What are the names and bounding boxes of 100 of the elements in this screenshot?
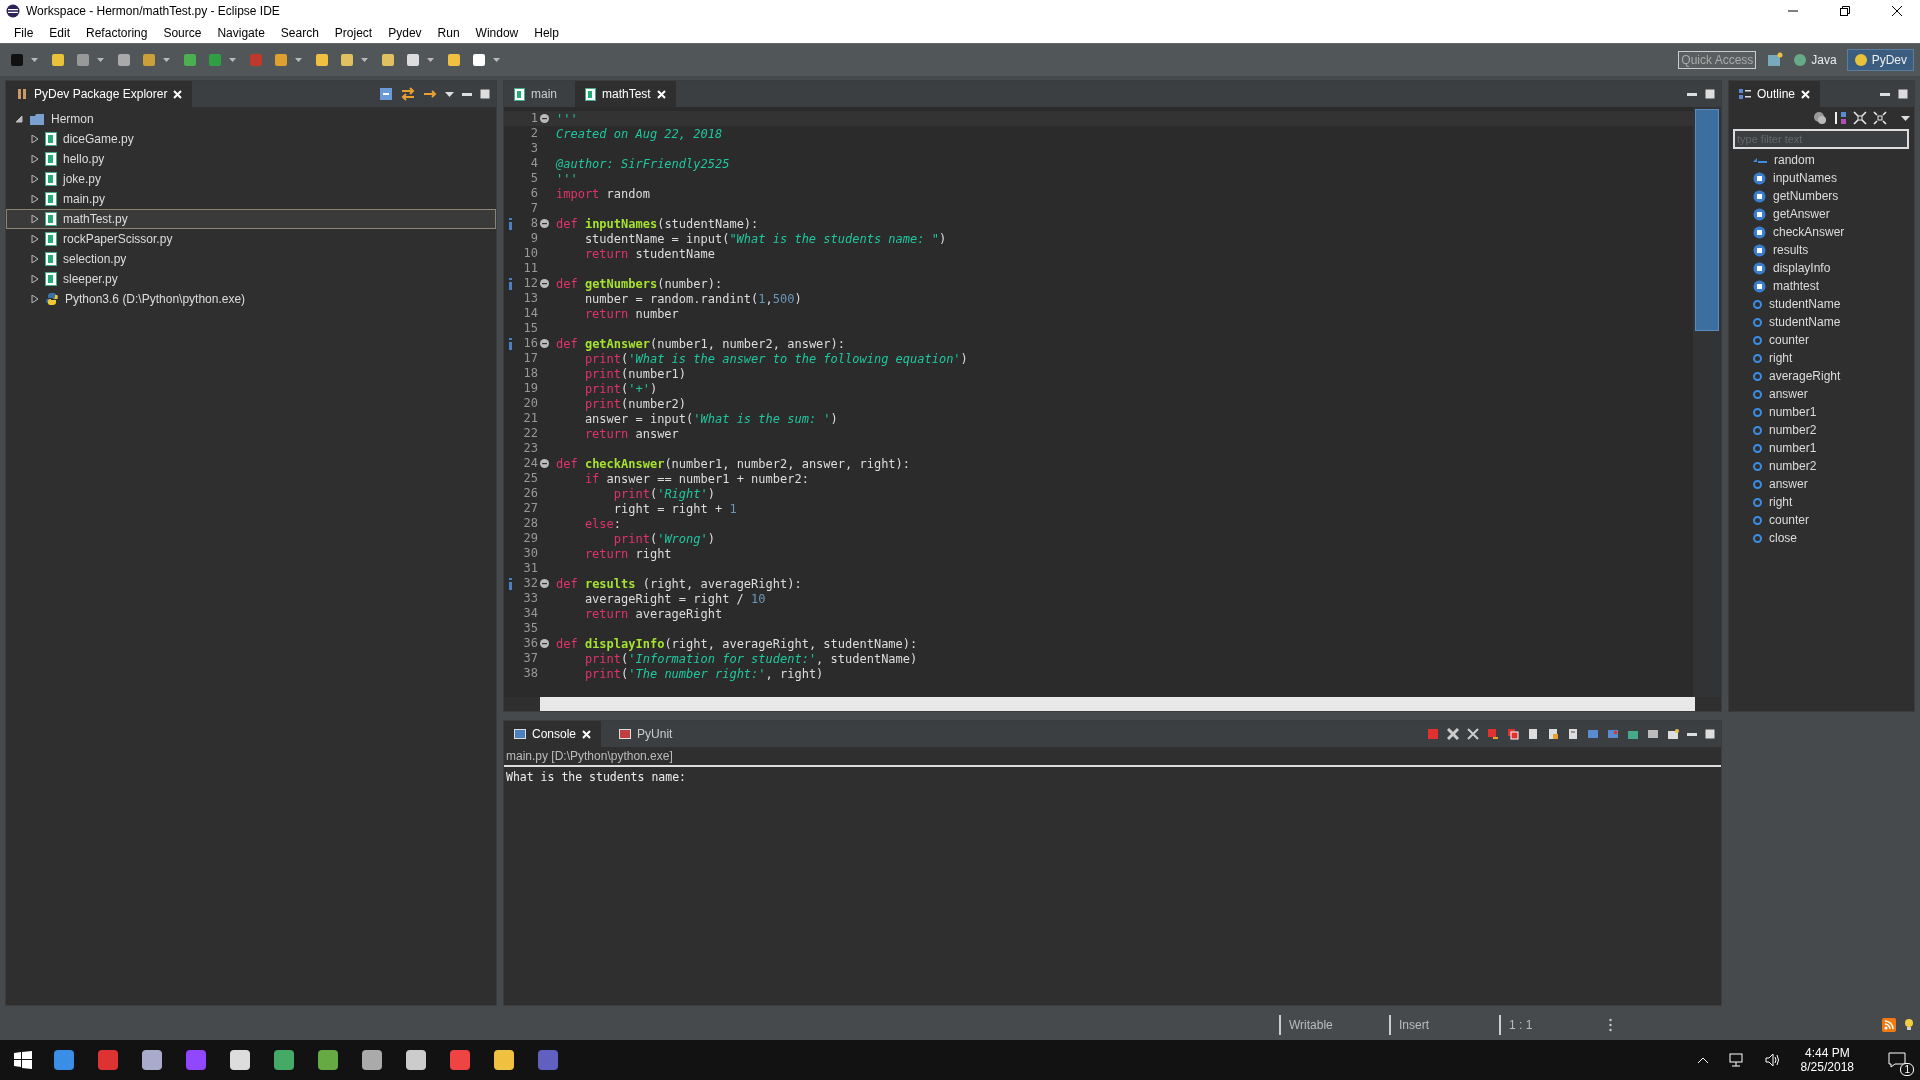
expanded-triangle-icon[interactable] [15,115,23,123]
caret-icon[interactable] [163,58,170,62]
outline-item[interactable]: number1 [1769,441,1817,455]
display-console-icon[interactable] [1647,728,1659,740]
fold-icon[interactable] [539,459,549,468]
perspective-button[interactable]: Java [1786,49,1844,71]
menu-item[interactable]: Help [526,25,567,40]
outline-item[interactable]: studentName [1769,315,1841,329]
maximize-icon[interactable] [1705,89,1715,99]
caret-icon[interactable] [31,58,38,62]
show-output-icon[interactable] [1587,728,1599,740]
editor-tab[interactable]: main [504,81,567,107]
outline-item[interactable]: counter [1769,513,1810,527]
new-console-icon[interactable] [1667,728,1679,740]
taskbar-app-icon[interactable] [404,1048,428,1072]
panel-tab[interactable]: PyDev Package Explorer [6,81,193,107]
tree-item[interactable]: joke.py [63,172,102,186]
menu-item[interactable]: Pydev [380,25,430,40]
network-icon[interactable] [1728,1053,1745,1067]
minimize-icon[interactable] [1687,732,1697,736]
clock-date[interactable]: 8/25/2018 [1800,1060,1854,1074]
menu-item[interactable]: Search [272,25,327,40]
fold-icon[interactable] [539,114,549,123]
collapsed-triangle-icon[interactable] [31,215,39,223]
view-menu-icon[interactable] [1901,115,1910,121]
outline-item[interactable]: answer [1769,477,1808,491]
tree-item[interactable]: mathTest.py [63,212,128,226]
sort-icon[interactable] [1833,111,1847,125]
taskbar-app-icon[interactable] [228,1048,252,1072]
clock-time[interactable]: 4:44 PM [1804,1046,1850,1060]
document-icon[interactable] [1527,728,1539,740]
remove-launch-icon[interactable] [1447,728,1459,740]
console-tab[interactable]: Console [504,721,602,747]
menu-item[interactable]: Navigate [209,25,273,40]
quick-access-field[interactable]: Quick Access [1678,51,1757,69]
notifications-button[interactable]: 1 [1874,1040,1920,1080]
outline-item[interactable]: close [1769,531,1797,545]
restore-icon[interactable] [1839,5,1851,17]
taskbar-app-icon[interactable] [492,1048,516,1072]
outline-item[interactable]: answer [1769,387,1808,401]
minimize-icon[interactable] [1687,92,1697,96]
expand-icon[interactable] [1873,111,1887,125]
collapsed-triangle-icon[interactable] [31,195,39,203]
collapsed-triangle-icon[interactable] [31,275,39,283]
tree-item[interactable]: rockPaperScissor.py [63,232,173,246]
scrollbar-thumb[interactable] [1695,109,1719,331]
tree-item[interactable]: diceGame.py [63,132,134,146]
more-dots-icon[interactable] [1609,1018,1612,1032]
outline-item[interactable]: displayInfo [1773,261,1831,275]
outline-item[interactable]: checkAnswer [1773,225,1845,239]
collapsed-triangle-icon[interactable] [31,175,39,183]
minimize-icon[interactable] [462,92,472,96]
collapsed-triangle-icon[interactable] [31,155,39,163]
maximize-icon[interactable] [1898,89,1908,99]
tree-item[interactable]: selection.py [63,252,127,266]
console-tab[interactable]: PyUnit [609,721,683,747]
tree-item[interactable]: Hermon [51,112,94,126]
remove-all-icon[interactable] [1467,728,1479,740]
caret-icon[interactable] [427,58,434,62]
fold-icon[interactable] [539,639,549,648]
hide-fields-icon[interactable] [1813,111,1827,125]
fold-icon[interactable] [539,279,549,288]
taskbar-app-icon[interactable] [52,1048,76,1072]
outline-item[interactable]: results [1773,243,1809,257]
lightbulb-icon[interactable] [1904,1018,1914,1032]
fold-icon[interactable] [539,579,549,588]
collapsed-triangle-icon[interactable] [31,295,39,303]
scroll-lock-icon[interactable] [1547,728,1559,740]
menu-item[interactable]: File [6,25,42,40]
collapse-all-icon[interactable] [379,87,393,101]
collapse-icon[interactable] [1853,111,1867,125]
menu-item[interactable]: Source [155,25,210,40]
outline-item[interactable]: right [1769,351,1793,365]
taskbar-app-icon[interactable] [360,1048,384,1072]
outline-item[interactable]: counter [1769,333,1810,347]
outline-item[interactable]: number2 [1769,459,1817,473]
menu-item[interactable]: Edit [41,25,79,40]
outline-item[interactable]: right [1769,495,1793,509]
outline-item[interactable]: mathtest [1773,279,1820,293]
panel-tab[interactable]: Outline [1729,81,1821,107]
taskbar-app-icon[interactable] [140,1048,164,1072]
fold-icon[interactable] [539,339,549,348]
outline-item[interactable]: studentName [1769,297,1841,311]
word-wrap-icon[interactable] [1567,728,1579,740]
outline-item[interactable]: random [1774,153,1815,167]
outline-item[interactable]: number1 [1769,405,1817,419]
collapsed-triangle-icon[interactable] [31,135,39,143]
tree-item[interactable]: Python3.6 (D:\Python\python.exe) [65,292,246,306]
tree-item[interactable]: hello.py [63,152,105,166]
outline-item[interactable]: getAnswer [1773,207,1830,221]
relaunch-icon[interactable] [1487,728,1499,740]
start-windows-icon[interactable] [14,1051,32,1069]
view-menu-icon[interactable] [445,91,454,97]
maximize-icon[interactable] [1705,729,1715,739]
rss-icon[interactable] [1882,1018,1896,1032]
caret-icon[interactable] [229,58,236,62]
caret-icon[interactable] [97,58,104,62]
outline-item[interactable]: averageRight [1769,369,1841,383]
outline-item[interactable]: getNumbers [1773,189,1839,203]
link-arrows-icon[interactable] [401,87,415,101]
